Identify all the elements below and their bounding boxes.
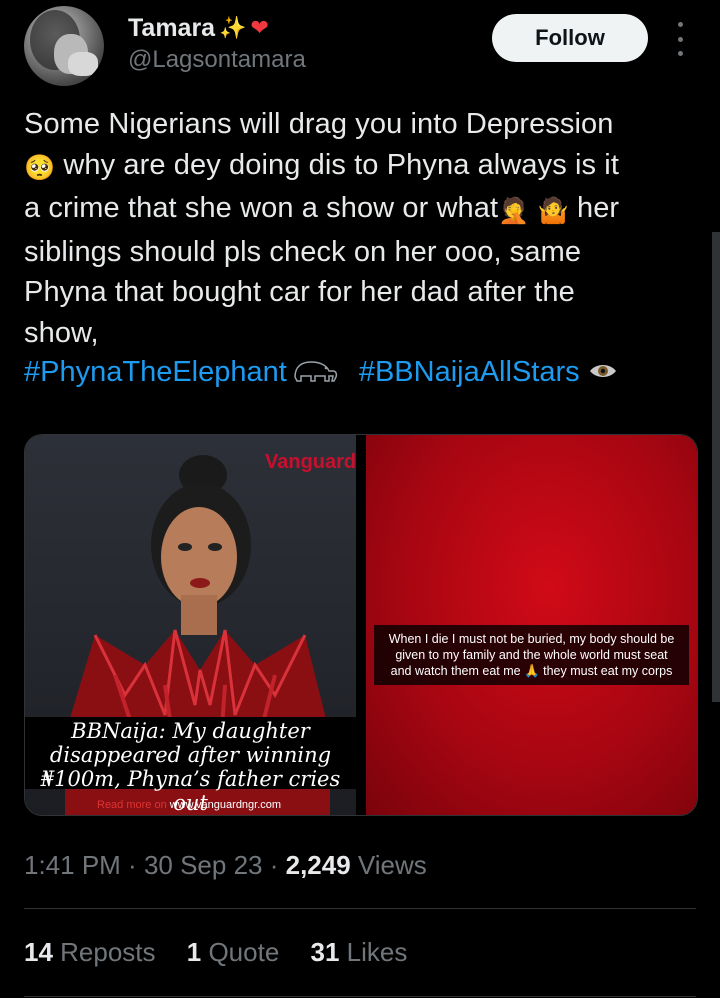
tweet-line: Some Nigerians will drag you into Depres… [24,108,614,140]
shrug-icon: 🤷 [537,197,569,225]
tweet-line: 🥺 why are dey doing dis to Phyna always … [24,145,684,189]
likes-stat[interactable]: 31 Likes [311,937,408,967]
tweet-text: Some Nigerians will drag you into Depres… [24,104,684,353]
red-heart-icon: ❤ [250,16,269,41]
tweet-header: Tamara ✨ ❤ @Lagsontamara Follow [0,0,720,100]
views-count: 2,249 [285,850,351,880]
hashtags-row: #PhynaTheElephant #BBNaijaAllStars [24,356,618,389]
vanguard-watermark: Vanguard [265,451,356,473]
story-caption: When I die I must not be buried, my body… [374,625,689,685]
facepalm-icon: 🤦 [498,197,530,225]
scrollbar[interactable] [712,232,720,702]
folded-hands-icon: 🙏 [524,664,540,678]
hashtag-phyna-the-elephant[interactable]: #PhynaTheElephant [24,356,287,388]
tweet-line: a crime that she won a show or what🤦 🤷 h… [24,188,684,232]
sparkles-icon: ✨ [219,16,247,41]
tweet-time[interactable]: 1:41 PM [24,850,121,880]
elephant-icon [294,361,337,382]
tweet-meta: 1:41 PM · 30 Sep 23 · 2,249 Views [24,850,427,880]
media-image-left[interactable]: Vanguard BBNaija: My daughter disappeare… [25,435,356,815]
author-handle[interactable]: @Lagsontamara [128,46,306,74]
avatar[interactable] [24,6,104,86]
engagement-stats: 14 Reposts 1 Quote 31 Likes [24,937,431,968]
follow-button[interactable]: Follow [492,14,648,62]
tweet-date[interactable]: 30 Sep 23 [144,850,263,880]
hashtag-bbnaija-allstars[interactable]: #BBNaijaAllStars [359,356,580,388]
media-image-right[interactable]: When I die I must not be buried, my body… [366,435,697,815]
quotes-stat[interactable]: 1 Quote [187,937,280,967]
display-name[interactable]: Tamara [128,14,215,43]
media-divider [356,435,366,815]
image-caption: BBNaija: My daughter disappeared after w… [25,717,356,815]
pleading-face-icon: 🥺 [24,153,56,182]
media-grid: Vanguard BBNaija: My daughter disappeare… [24,434,698,816]
readmore-text: Read more on www.vanguardngr.com [97,799,282,811]
tweet-line: Phyna that bought car for her dad after … [24,276,575,308]
tweet-line: show, [24,316,99,349]
tweet-line: siblings should pls check on her ooo, sa… [24,235,582,268]
reposts-stat[interactable]: 14 Reposts [24,937,156,967]
divider-line-bottom [24,996,696,997]
views-label: Views [350,850,427,880]
divider-line [24,908,696,909]
eye-icon [589,365,616,377]
author-name-row[interactable]: Tamara ✨ ❤ [128,14,269,43]
more-options-icon[interactable] [670,22,690,56]
